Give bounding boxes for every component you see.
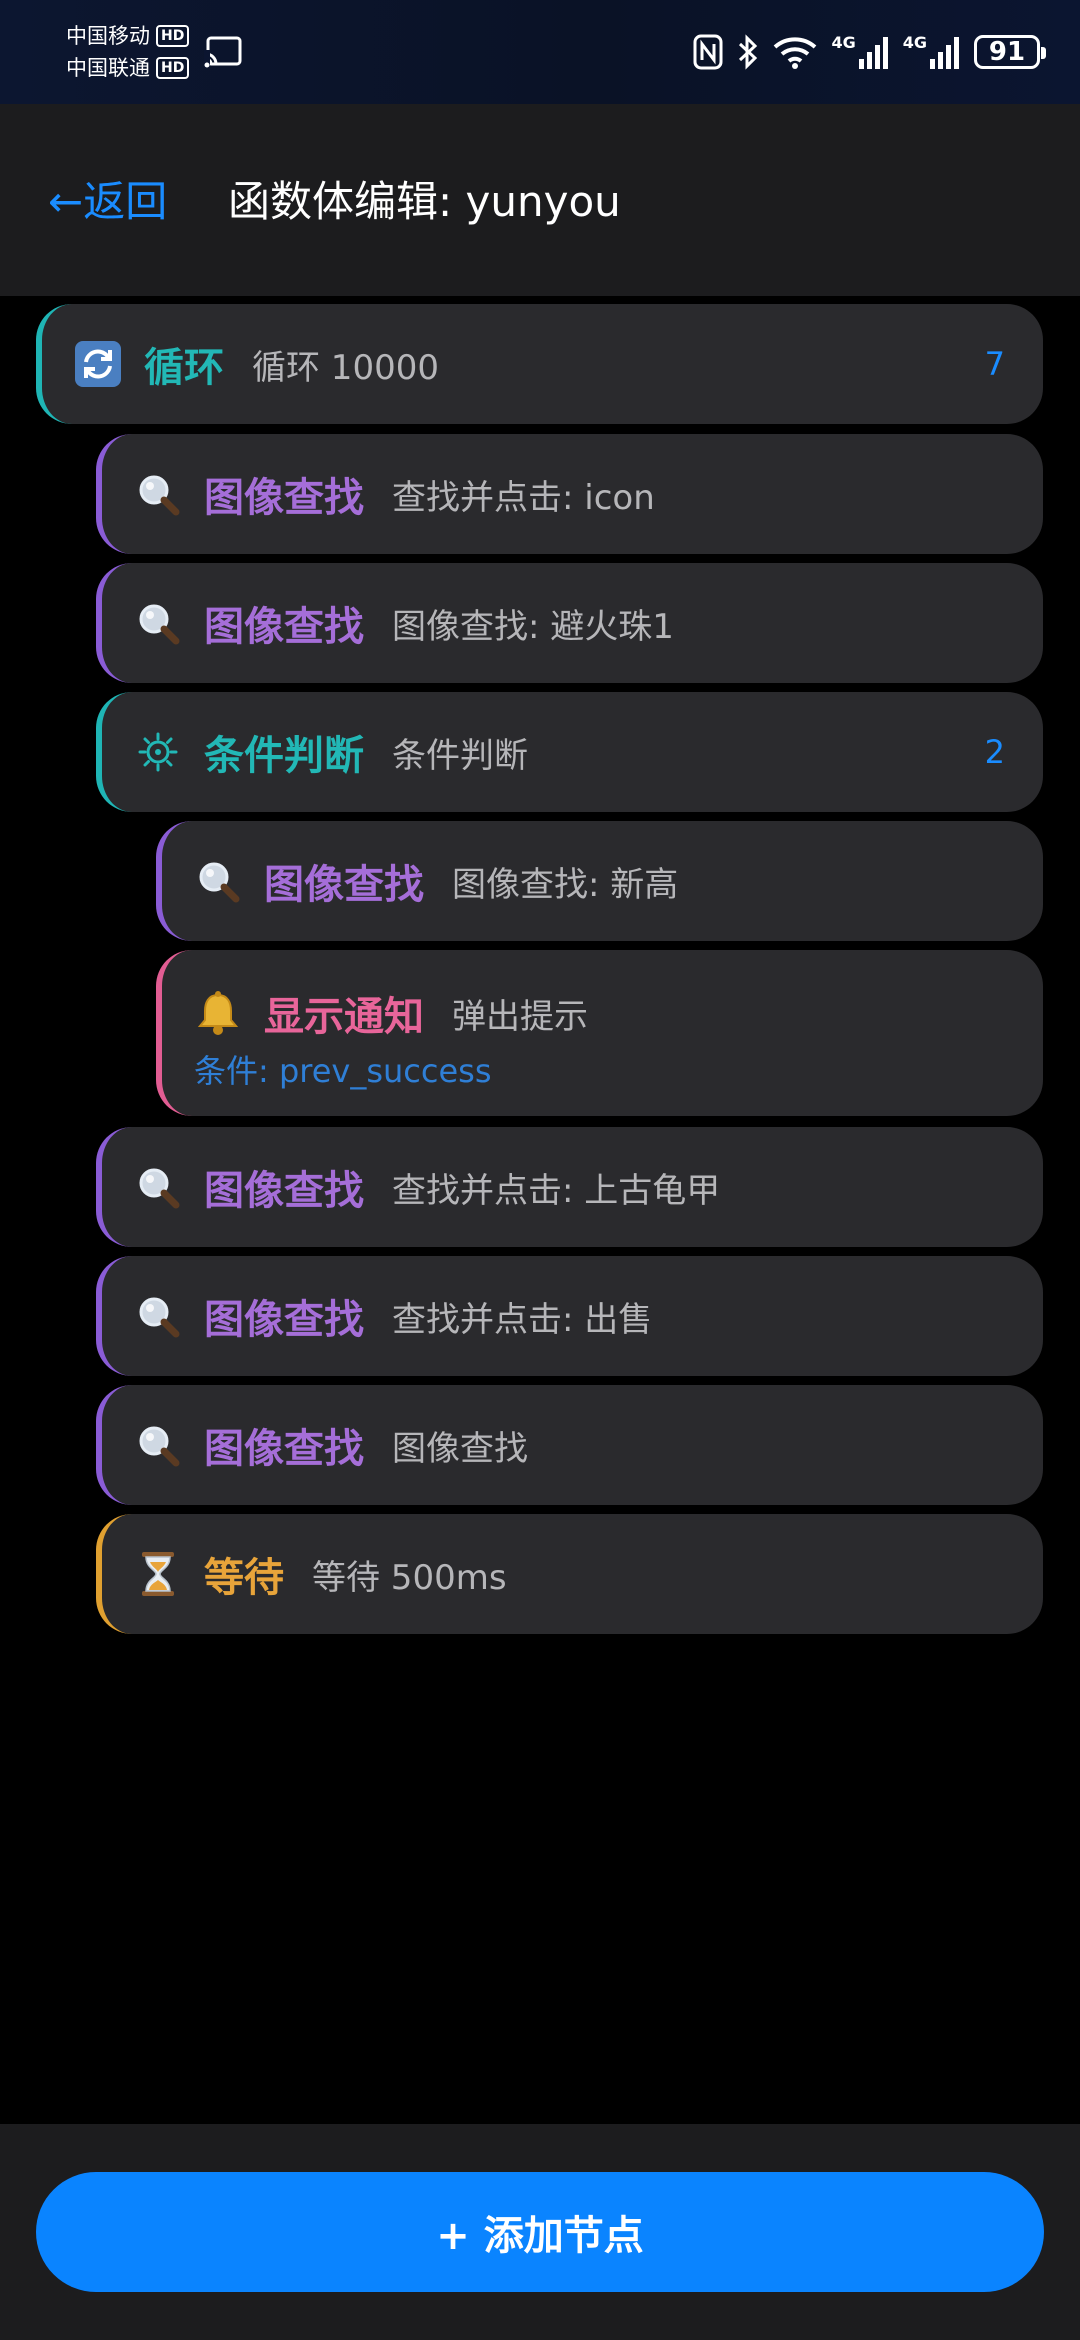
node-description: 等待 500ms [312,1557,507,1598]
node-type-label: 图像查找 [204,1168,364,1214]
list-item-loop[interactable]: 循环 循环 10000 7 [36,304,1043,424]
loop-icon [74,340,122,388]
list-item-image-find[interactable]: 图像查找 查找并点击: icon [96,434,1043,554]
battery-indicator: 91 [974,35,1046,69]
node-description: 条件判断 [392,735,528,776]
signal-2: 4G [903,35,960,69]
node-description: 循环 10000 [252,347,439,388]
list-item-image-find[interactable]: 图像查找 查找并点击: 上古龟甲 [96,1127,1043,1247]
magnifier-icon [134,599,182,647]
list-item-condition[interactable]: 条件判断 条件判断 2 [96,692,1043,812]
list-item-image-find[interactable]: 图像查找 查找并点击: 出售 [96,1256,1043,1376]
list-item-wait[interactable]: 等待 等待 500ms [96,1514,1043,1634]
bluetooth-icon [739,34,758,70]
network-type-1: 4G [831,33,856,52]
carrier-2: 中国联通 [66,56,150,80]
hd-badge: HD [156,57,190,79]
signal-1: 4G [831,35,888,69]
page-title: 函数体编辑: yunyou [228,177,621,226]
gear-icon [134,728,182,776]
node-description: 弹出提示 [452,996,588,1037]
signal-icon [858,37,888,69]
list-item-image-find[interactable]: 图像查找 图像查找 [96,1385,1043,1505]
child-count-badge: 2 [984,733,1005,771]
signal-icon [930,37,959,69]
node-description: 图像查找: 避火珠1 [392,606,674,647]
magnifier-icon [134,1292,182,1340]
node-type-label: 等待 [204,1555,284,1601]
wifi-icon [774,37,817,69]
add-node-button[interactable]: + 添加节点 [36,2172,1044,2292]
cast-icon [204,36,242,68]
node-description: 图像查找: 新高 [452,864,679,905]
node-type-label: 循环 [144,345,224,391]
list-item-image-find[interactable]: 图像查找 图像查找: 避火珠1 [96,563,1043,683]
node-type-label: 图像查找 [204,475,364,521]
node-description: 图像查找 [392,1428,528,1469]
hourglass-icon [134,1550,182,1598]
node-type-label: 图像查找 [204,1426,364,1472]
network-type-2: 4G [902,33,927,52]
node-type-label: 图像查找 [204,1297,364,1343]
nfc-icon [693,34,723,70]
list-item-notification[interactable]: 显示通知 弹出提示 条件: prev_success [156,950,1043,1116]
node-description: 查找并点击: 上古龟甲 [392,1170,721,1211]
bell-icon [194,989,242,1037]
child-count-badge: 7 [984,345,1005,383]
node-type-label: 图像查找 [204,604,364,650]
back-button[interactable]: ←返回 [48,172,167,232]
list-item-image-find[interactable]: 图像查找 图像查找: 新高 [156,821,1043,941]
hd-badge: HD [156,25,190,47]
magnifier-icon [134,470,182,518]
magnifier-icon [134,1421,182,1469]
node-type-label: 显示通知 [264,994,424,1040]
node-description: 查找并点击: 出售 [392,1299,653,1340]
system-icons: 4G 4G 91 [693,30,1046,74]
status-bar: 中国移动 HD 中国联通 HD 4G 4G 91 [0,0,1080,104]
node-description: 查找并点击: icon [392,477,655,518]
magnifier-icon [194,857,242,905]
node-type-label: 图像查找 [264,862,424,908]
magnifier-icon [134,1163,182,1211]
node-condition: 条件: prev_success [194,1052,492,1090]
carrier-info: 中国移动 HD 中国联通 HD [66,20,190,84]
app-header: ←返回 函数体编辑: yunyou [0,104,1080,296]
node-type-label: 条件判断 [204,733,364,779]
bottom-bar: + 添加节点 [0,2124,1080,2340]
carrier-1: 中国移动 [66,24,150,48]
